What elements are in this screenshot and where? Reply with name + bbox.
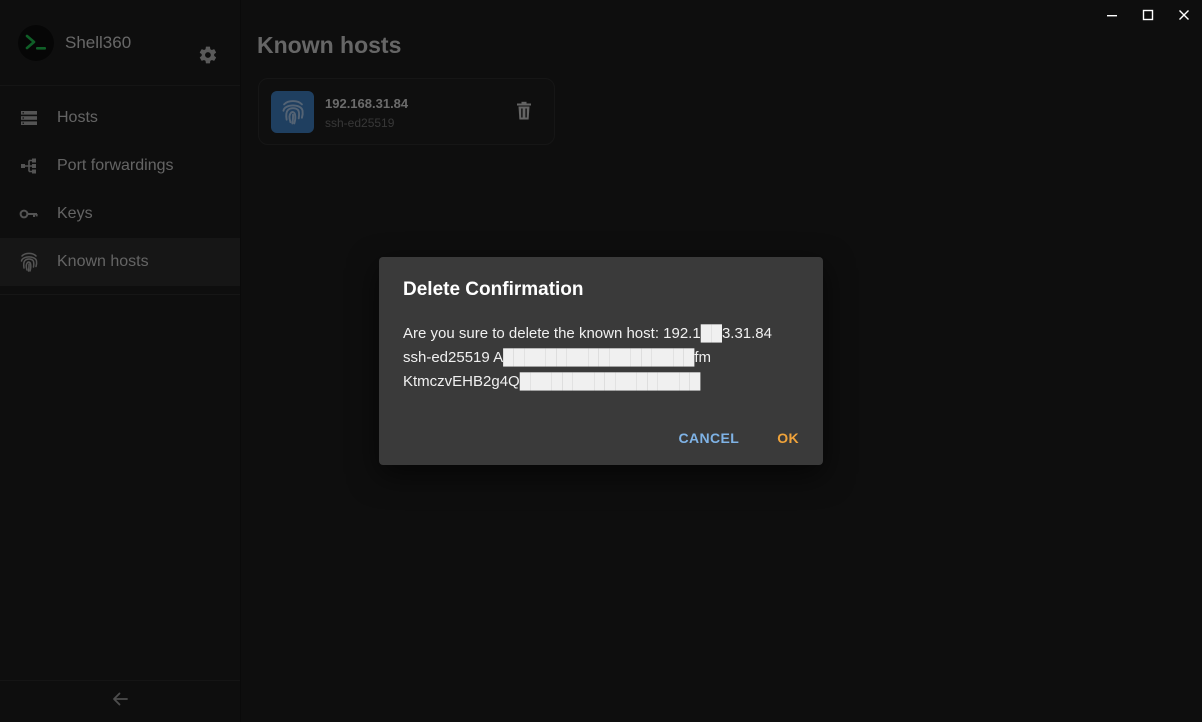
dialog-message-line: Are you sure to delete the known host: 1… <box>403 325 772 342</box>
dialog-message-line: KtmczvEHB2g4Q█████████████████ <box>403 373 701 390</box>
dialog-title: Delete Confirmation <box>403 279 584 300</box>
close-window-button[interactable] <box>1166 0 1202 30</box>
dialog-message-line: ssh-ed25519 A██████████████████fm <box>403 349 712 366</box>
maximize-button[interactable] <box>1130 0 1166 30</box>
app-window: Shell360 Hosts <box>0 0 1202 722</box>
delete-confirmation-dialog: Delete Confirmation Are you sure to dele… <box>379 257 823 465</box>
minimize-button[interactable] <box>1094 0 1130 30</box>
dialog-message: Are you sure to delete the known host: 1… <box>403 322 803 394</box>
window-controls <box>1094 0 1202 30</box>
cancel-button[interactable]: CANCEL <box>678 430 739 446</box>
ok-button[interactable]: OK <box>777 430 799 446</box>
dialog-actions: CANCEL OK <box>678 430 799 446</box>
